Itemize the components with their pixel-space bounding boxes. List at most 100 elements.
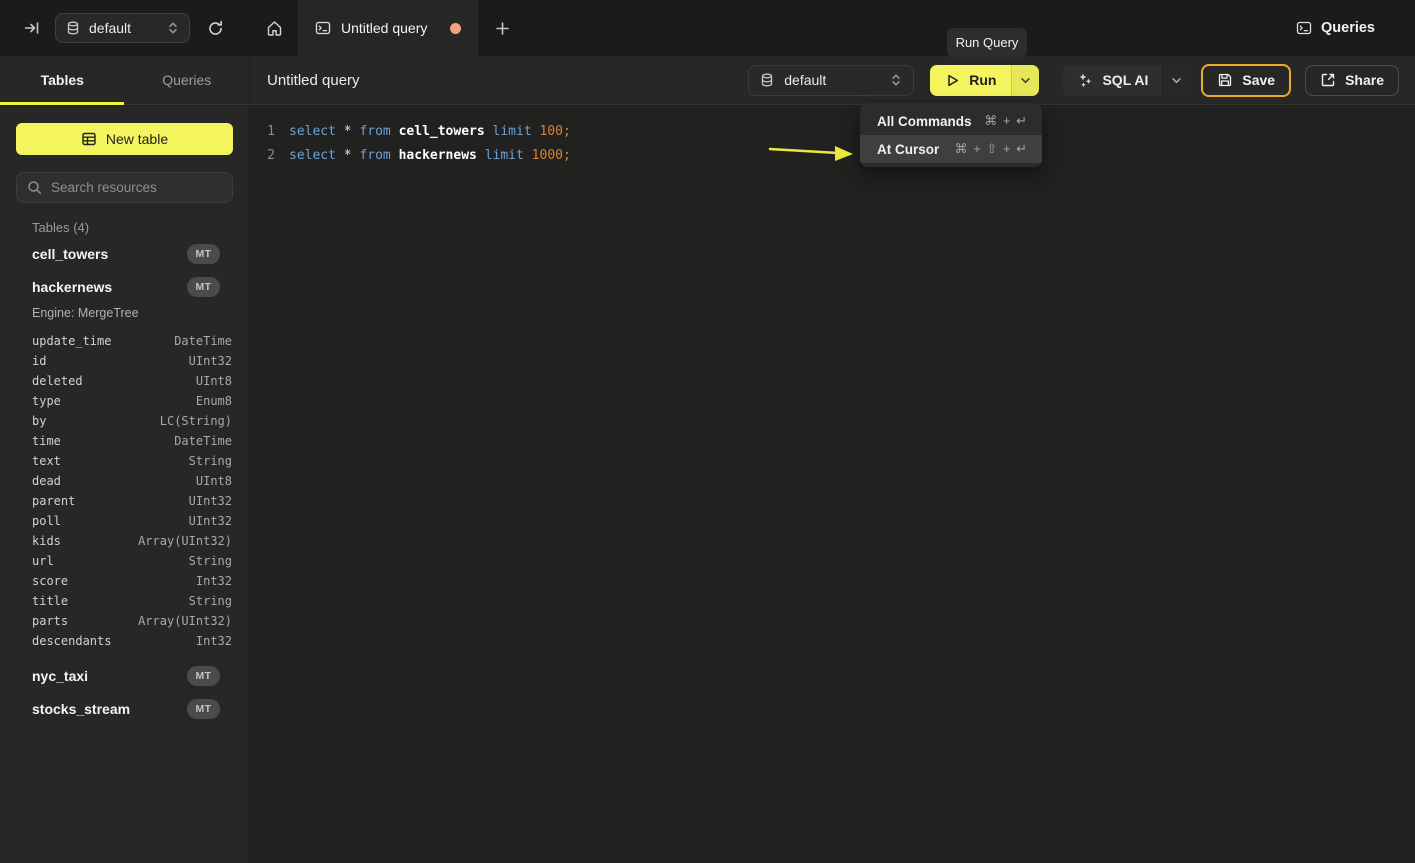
- code-token: [485, 124, 493, 139]
- database-selector-value: default: [89, 20, 131, 36]
- editor-header: Untitled query default: [250, 56, 1415, 104]
- run-button-label: Run: [969, 72, 996, 88]
- column-name: deleted: [32, 374, 83, 388]
- sql-ai-options-button[interactable]: [1162, 65, 1190, 96]
- column-type: Array(UInt32): [138, 614, 232, 628]
- menu-item-label: At Cursor: [877, 142, 939, 157]
- editor-toolbar: default Run: [748, 64, 1399, 97]
- share-button[interactable]: Share: [1305, 65, 1399, 96]
- top-bar: default Untitled query: [0, 0, 1415, 56]
- column-type: UInt8: [196, 474, 232, 488]
- queries-button-label: Queries: [1321, 20, 1375, 36]
- new-table-button[interactable]: New table: [16, 123, 233, 155]
- column-row: typeEnum8: [16, 391, 233, 411]
- column-row: poll UInt32: [16, 511, 233, 531]
- new-tab-button[interactable]: [478, 0, 526, 56]
- table-name: hackernews: [32, 279, 112, 295]
- column-type: LC(String): [160, 414, 232, 428]
- tab-untitled-query[interactable]: Untitled query: [298, 0, 478, 56]
- column-type: UInt8: [196, 374, 232, 388]
- code-token: [477, 148, 485, 163]
- menu-item-all-commands[interactable]: All Commands⌘ + ↵: [860, 107, 1042, 135]
- column-row: deadUInt8: [16, 471, 233, 491]
- column-type: UInt32: [189, 494, 232, 508]
- run-menu: All Commands⌘ + ↵At Cursor⌘ + ⇧ + ↵: [860, 103, 1042, 167]
- queries-terminal-icon: [1296, 20, 1312, 36]
- engine-label: Engine: MergeTree: [16, 303, 233, 323]
- code-token: limit: [485, 148, 524, 163]
- code-token: 100: [539, 124, 562, 139]
- app-window: default Untitled query: [0, 0, 1415, 863]
- column-type: String: [189, 594, 232, 608]
- column-row: parentUInt32: [16, 491, 233, 511]
- database-selector-topbar[interactable]: default: [55, 13, 190, 43]
- queries-button[interactable]: Queries: [1296, 20, 1375, 36]
- table-row-stocks_stream[interactable]: stocks_streamMT: [16, 692, 233, 725]
- column-row: timeDateTime: [16, 431, 233, 451]
- menu-item-at-cursor[interactable]: At Cursor⌘ + ⇧ + ↵: [860, 135, 1042, 163]
- share-button-label: Share: [1345, 72, 1384, 88]
- code-token: [524, 148, 532, 163]
- code-text: select * from hackernews limit 1000;: [289, 148, 571, 163]
- chevron-down-icon: [1171, 75, 1182, 86]
- column-type: Array(UInt32): [138, 534, 232, 548]
- code-token: ;: [563, 148, 571, 163]
- column-type: Int32: [196, 574, 232, 588]
- column-row: deleted UInt8: [16, 371, 233, 391]
- sidebar: New table Tables (4) cell_towersMThacker…: [0, 106, 250, 863]
- top-bar-right: Queries: [1296, 0, 1415, 56]
- engine-badge: MT: [187, 699, 220, 719]
- column-name: time: [32, 434, 61, 448]
- plus-icon: [495, 21, 510, 36]
- table-row-cell_towers[interactable]: cell_towers MT: [16, 237, 233, 270]
- column-row: by LC(String): [16, 411, 233, 431]
- tab-tables-label: Tables: [41, 72, 84, 88]
- table-name: cell_towers: [32, 246, 108, 262]
- code-line: 2select * from hackernews limit 1000;: [250, 143, 1415, 167]
- column-name: poll: [32, 514, 61, 528]
- run-options-button[interactable]: [1011, 65, 1039, 96]
- column-name: title: [32, 594, 68, 608]
- column-name: by: [32, 414, 46, 428]
- search-input[interactable]: [51, 180, 228, 195]
- code-token: 1000: [532, 148, 563, 163]
- run-button[interactable]: Run: [930, 65, 1011, 96]
- tab-tables[interactable]: Tables: [0, 56, 125, 104]
- column-name: id: [32, 354, 46, 368]
- tab-queries-label: Queries: [162, 72, 211, 88]
- column-name: descendants: [32, 634, 111, 648]
- columns-list: update_time DateTime id UInt32 deleted UInt8 t…: [16, 331, 233, 651]
- table-row-hackernews[interactable]: hackernewsMT: [16, 270, 233, 303]
- code-token: [391, 148, 399, 163]
- home-button[interactable]: [250, 0, 298, 56]
- database-icon: [66, 21, 80, 35]
- refresh-icon: [207, 20, 224, 37]
- database-selector-editor[interactable]: default: [748, 65, 914, 96]
- column-name: update_time: [32, 334, 111, 348]
- column-name: parts: [32, 614, 68, 628]
- sidebar-tabs: Tables Queries: [0, 56, 250, 104]
- sql-editor[interactable]: 1select * from cell_towers limit 100;2se…: [250, 106, 1415, 863]
- engine-badge: MT: [187, 244, 220, 264]
- collapse-sidebar-button[interactable]: [24, 20, 40, 36]
- code-token: *: [344, 124, 352, 139]
- column-type: UInt32: [189, 514, 232, 528]
- tab-queries[interactable]: Queries: [125, 56, 250, 104]
- column-type: String: [189, 554, 232, 568]
- table-name: nyc_taxi: [32, 668, 88, 684]
- save-button-label: Save: [1242, 72, 1275, 88]
- code-token: from: [359, 148, 390, 163]
- table-row-nyc_taxi[interactable]: nyc_taxiMT: [16, 659, 233, 692]
- menu-item-shortcut: ⌘ + ↵: [984, 113, 1028, 129]
- chevron-updown-icon: [167, 21, 179, 35]
- column-row: kidsArray(UInt32): [16, 531, 233, 551]
- column-type: DateTime: [174, 334, 232, 348]
- column-type: Int32: [196, 634, 232, 648]
- code-token: cell_towers: [399, 124, 485, 139]
- sub-header: Tables Queries Untitled query default: [0, 56, 1415, 105]
- refresh-button[interactable]: [207, 20, 224, 37]
- tables-list: cell_towersMThackernewsMTEngine: MergeTr…: [16, 237, 233, 725]
- save-button[interactable]: Save: [1201, 64, 1291, 97]
- column-name: url: [32, 554, 54, 568]
- sql-ai-button[interactable]: SQL AI: [1063, 65, 1162, 96]
